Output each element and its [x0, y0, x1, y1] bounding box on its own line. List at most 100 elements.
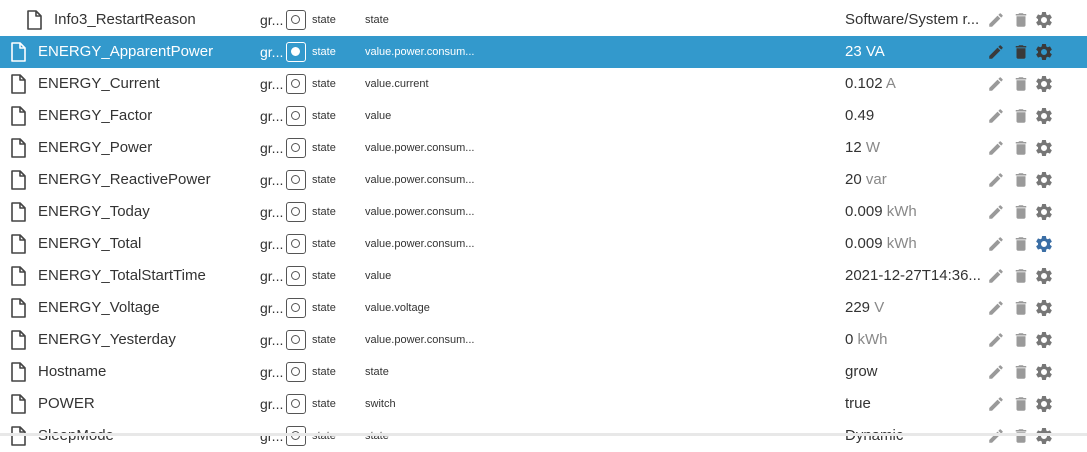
gear-icon[interactable] — [1034, 330, 1054, 355]
pencil-icon[interactable] — [987, 139, 1005, 162]
table-row[interactable]: ENERGY_Power gr... state value.power.consum… — [0, 132, 1087, 164]
object-name[interactable]: SleepMode — [38, 420, 114, 452]
file-icon — [10, 298, 26, 318]
value-text: 0.49 — [845, 107, 875, 124]
object-name[interactable]: ENERGY_TotalStartTime — [38, 260, 206, 292]
gear-icon[interactable] — [1034, 74, 1054, 99]
pencil-icon[interactable] — [987, 203, 1005, 226]
gear-icon[interactable] — [1034, 362, 1054, 387]
trash-icon[interactable] — [1012, 299, 1030, 322]
object-value[interactable]: 229 V — [845, 292, 985, 324]
object-value[interactable]: Dynamic — [845, 420, 985, 452]
object-name[interactable]: Hostname — [38, 356, 106, 388]
gear-icon[interactable] — [1034, 234, 1054, 259]
file-icon — [10, 330, 26, 350]
gear-icon[interactable] — [1034, 298, 1054, 323]
object-value[interactable]: 23 VA — [845, 36, 985, 68]
object-value[interactable]: 0.009 kWh — [845, 228, 985, 260]
pencil-icon[interactable] — [987, 11, 1005, 34]
table-row[interactable]: ENERGY_TotalStartTime gr... state value 2021… — [0, 260, 1087, 292]
object-type: state — [312, 14, 336, 26]
object-name[interactable]: ENERGY_Voltage — [38, 292, 160, 324]
object-group: gr... — [260, 332, 284, 348]
gear-icon[interactable] — [1034, 138, 1054, 163]
object-role: state — [365, 366, 389, 378]
pencil-icon[interactable] — [987, 427, 1005, 450]
pencil-icon[interactable] — [987, 395, 1005, 418]
gear-icon[interactable] — [1034, 426, 1054, 451]
trash-icon[interactable] — [1012, 395, 1030, 418]
object-type: state — [312, 334, 336, 346]
gear-icon[interactable] — [1034, 10, 1054, 35]
object-value[interactable]: grow — [845, 356, 985, 388]
trash-icon[interactable] — [1012, 139, 1030, 162]
table-row[interactable]: Info3_RestartReason gr... state state Softwa… — [0, 4, 1087, 36]
object-name[interactable]: ENERGY_ReactivePower — [38, 164, 211, 196]
object-value[interactable]: 0.009 kWh — [845, 196, 985, 228]
value-text: Software/System r... — [845, 11, 980, 28]
object-value[interactable]: 12 W — [845, 132, 985, 164]
pencil-icon[interactable] — [987, 107, 1005, 130]
object-name[interactable]: Info3_RestartReason — [54, 4, 196, 36]
object-value[interactable]: 0.49 — [845, 100, 985, 132]
trash-icon[interactable] — [1012, 11, 1030, 34]
gear-icon[interactable] — [1034, 202, 1054, 227]
pencil-icon[interactable] — [987, 331, 1005, 354]
pencil-icon[interactable] — [987, 363, 1005, 386]
table-row[interactable]: ENERGY_ReactivePower gr... state value.powe… — [0, 164, 1087, 196]
object-name[interactable]: ENERGY_Current — [38, 68, 160, 100]
trash-icon[interactable] — [1012, 427, 1030, 450]
value-unit: V — [874, 299, 885, 316]
object-value[interactable]: 20 var — [845, 164, 985, 196]
object-value[interactable]: Software/System r... — [845, 4, 985, 36]
value-unit: W — [865, 139, 881, 156]
table-row[interactable]: Hostname gr... state state grow — [0, 356, 1087, 388]
object-name[interactable]: ENERGY_Total — [38, 228, 141, 260]
object-name[interactable]: ENERGY_Power — [38, 132, 152, 164]
table-row[interactable]: ENERGY_Current gr... state value.current 0.1… — [0, 68, 1087, 100]
object-value[interactable]: 2021-12-27T14:36... — [845, 260, 985, 292]
trash-icon[interactable] — [1012, 331, 1030, 354]
trash-icon[interactable] — [1012, 267, 1030, 290]
table-row[interactable]: ENERGY_ApparentPower gr... state value.powe… — [0, 36, 1087, 68]
value-unit: A — [885, 75, 896, 92]
trash-icon[interactable] — [1012, 203, 1030, 226]
object-name[interactable]: ENERGY_ApparentPower — [38, 36, 213, 68]
state-type-icon — [286, 234, 306, 254]
trash-icon[interactable] — [1012, 363, 1030, 386]
table-row[interactable]: POWER gr... state switch true — [0, 388, 1087, 420]
gear-icon[interactable] — [1034, 266, 1054, 291]
pencil-icon[interactable] — [987, 75, 1005, 98]
gear-icon[interactable] — [1034, 394, 1054, 419]
table-row[interactable]: ENERGY_Yesterday gr... state value.power.co… — [0, 324, 1087, 356]
pencil-icon[interactable] — [987, 171, 1005, 194]
state-type-icon — [286, 202, 306, 222]
pencil-icon[interactable] — [987, 235, 1005, 258]
trash-icon[interactable] — [1012, 107, 1030, 130]
trash-icon[interactable] — [1012, 171, 1030, 194]
pencil-icon[interactable] — [987, 43, 1005, 66]
trash-icon[interactable] — [1012, 43, 1030, 66]
table-row[interactable]: ENERGY_Total gr... state value.power.consum… — [0, 228, 1087, 260]
object-value[interactable]: 0.102 A — [845, 68, 985, 100]
trash-icon[interactable] — [1012, 75, 1030, 98]
gear-icon[interactable] — [1034, 170, 1054, 195]
gear-icon[interactable] — [1034, 106, 1054, 131]
object-role: value.power.consum... — [365, 46, 475, 58]
table-row[interactable]: SleepMode gr... state state Dynamic — [0, 420, 1087, 452]
object-role: value.power.consum... — [365, 206, 475, 218]
trash-icon[interactable] — [1012, 235, 1030, 258]
gear-icon[interactable] — [1034, 42, 1054, 67]
object-name[interactable]: POWER — [38, 388, 95, 420]
table-row[interactable]: ENERGY_Voltage gr... state value.voltage 229… — [0, 292, 1087, 324]
table-row[interactable]: ENERGY_Today gr... state value.power.consum… — [0, 196, 1087, 228]
object-value[interactable]: 0 kWh — [845, 324, 985, 356]
object-name[interactable]: ENERGY_Today — [38, 196, 150, 228]
pencil-icon[interactable] — [987, 299, 1005, 322]
object-value[interactable]: true — [845, 388, 985, 420]
object-group: gr... — [260, 268, 284, 284]
object-name[interactable]: ENERGY_Factor — [38, 100, 152, 132]
pencil-icon[interactable] — [987, 267, 1005, 290]
table-row[interactable]: ENERGY_Factor gr... state value 0.49 — [0, 100, 1087, 132]
object-name[interactable]: ENERGY_Yesterday — [38, 324, 176, 356]
